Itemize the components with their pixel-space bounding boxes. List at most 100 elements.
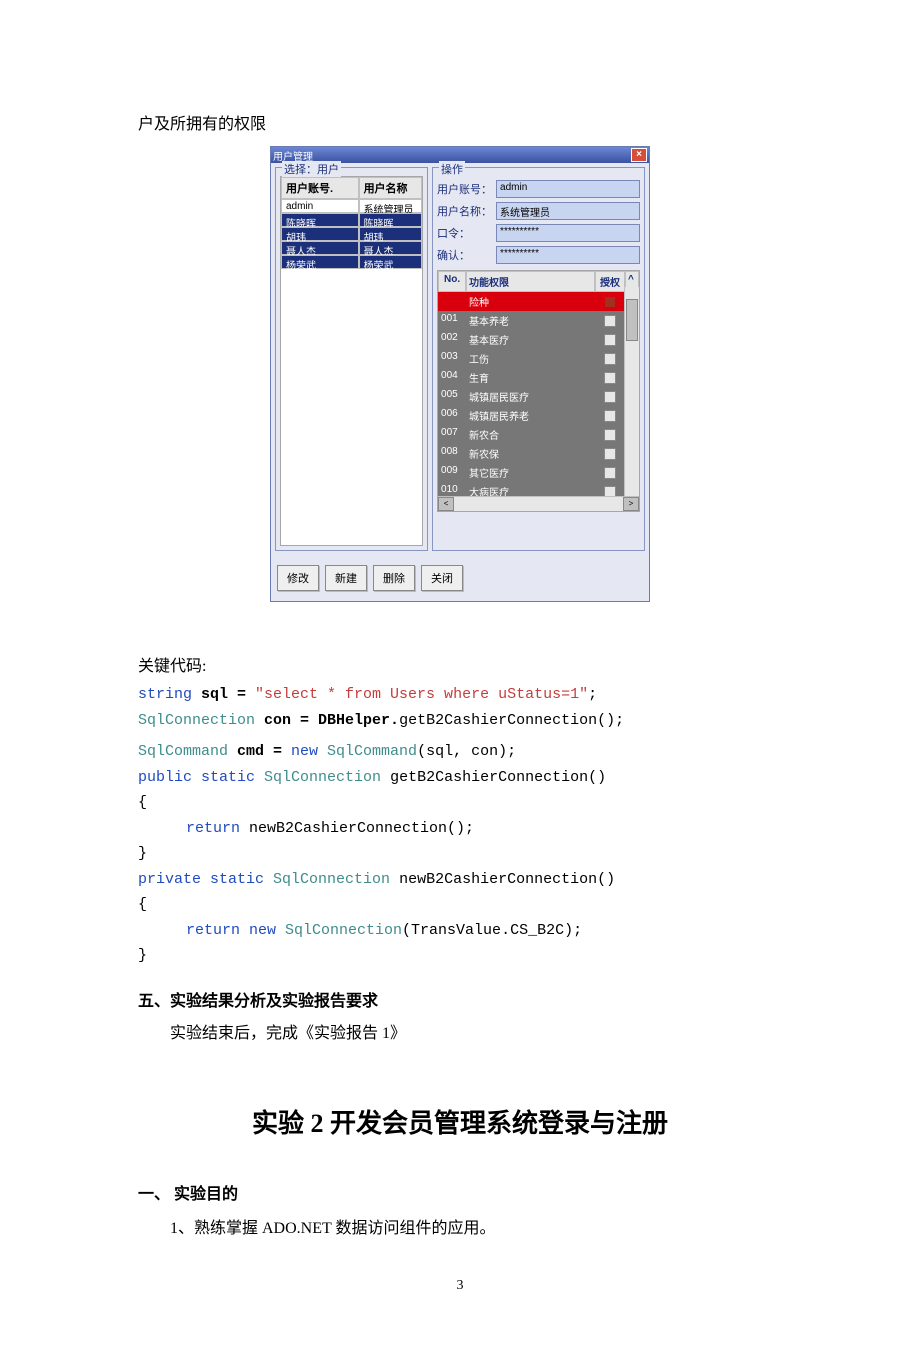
code-text: }: [138, 943, 782, 969]
intro-text: 户及所拥有的权限: [138, 110, 782, 134]
close-icon[interactable]: ×: [631, 148, 647, 162]
table-row[interactable]: admin 系统管理员: [281, 199, 422, 213]
perm-row[interactable]: 009其它医疗: [438, 463, 639, 482]
perm-name: 险种: [466, 292, 595, 311]
keyword: private static: [138, 871, 264, 888]
scroll-left-icon[interactable]: <: [438, 497, 454, 511]
type: SqlConnection: [255, 769, 390, 786]
checkbox-icon[interactable]: [604, 410, 616, 422]
right-group-title: 操作: [439, 161, 465, 177]
table-row[interactable]: 聂人杰 聂人杰: [281, 241, 422, 255]
scroll-right-icon[interactable]: >: [623, 497, 639, 511]
horizontal-scrollbar[interactable]: < >: [438, 496, 639, 511]
perm-checkbox-cell: [595, 311, 625, 330]
keyword: return new: [186, 922, 276, 939]
checkbox-icon[interactable]: [604, 296, 616, 308]
perm-name: 其它医疗: [466, 463, 595, 482]
table-row[interactable]: 胡玮 胡玮: [281, 227, 422, 241]
code-text: {: [138, 892, 782, 918]
cell-name: 系统管理员: [359, 199, 422, 213]
user-table-body: admin 系统管理员 陈晓晖 陈晓晖 胡玮 胡玮 聂人杰: [281, 199, 422, 546]
input-password[interactable]: **********: [496, 224, 640, 242]
type: SqlConnection: [276, 922, 402, 939]
col-account[interactable]: 用户账号.: [281, 177, 359, 199]
new-button[interactable]: 新建: [325, 565, 367, 591]
perm-no: 004: [438, 368, 466, 387]
code-block: string sql = "select * from Users where …: [138, 682, 782, 969]
code-text: }: [138, 841, 782, 867]
perm-checkbox-cell: [595, 406, 625, 425]
input-account[interactable]: admin: [496, 180, 640, 198]
perm-row[interactable]: 006城镇居民养老: [438, 406, 639, 425]
input-username[interactable]: 系统管理员: [496, 202, 640, 220]
perm-name: 城镇居民医疗: [466, 387, 595, 406]
section-five-text: 实验结束后，完成《实验报告 1》: [138, 1019, 782, 1043]
checkbox-icon[interactable]: [604, 315, 616, 327]
user-table-header: 用户账号. 用户名称: [281, 177, 422, 199]
perm-row[interactable]: 007新农合: [438, 425, 639, 444]
vertical-scrollbar[interactable]: [624, 287, 639, 497]
perm-row[interactable]: 004生育: [438, 368, 639, 387]
perm-no: 006: [438, 406, 466, 425]
keyword: new: [291, 743, 318, 760]
code-text: cmd =: [228, 743, 291, 760]
col-name[interactable]: 用户名称: [359, 177, 422, 199]
perm-checkbox-cell: [595, 463, 625, 482]
perm-checkbox-cell: [595, 330, 625, 349]
perm-checkbox-cell: [595, 387, 625, 406]
perm-name: 新农合: [466, 425, 595, 444]
col-func[interactable]: 功能权限: [466, 271, 595, 292]
left-group-title: 选择：用户: [282, 161, 341, 177]
label-username: 用户名称：: [437, 203, 492, 219]
col-no[interactable]: No.: [438, 271, 466, 292]
perm-name: 工伤: [466, 349, 595, 368]
checkbox-icon[interactable]: [604, 372, 616, 384]
checkbox-icon[interactable]: [604, 448, 616, 460]
table-row[interactable]: 杨荣武 杨荣武: [281, 255, 422, 269]
checkbox-icon[interactable]: [604, 353, 616, 365]
user-table: 用户账号. 用户名称 admin 系统管理员 陈晓晖 陈晓晖: [280, 176, 423, 546]
delete-button[interactable]: 删除: [373, 565, 415, 591]
checkbox-icon[interactable]: [604, 391, 616, 403]
perm-row[interactable]: 005城镇居民医疗: [438, 387, 639, 406]
cell-account: 陈晓晖: [281, 213, 359, 227]
experiment-two-title: 实验 2 开发会员管理系统登录与注册: [138, 1103, 782, 1140]
cell-name: 陈晓晖: [359, 213, 422, 227]
user-management-dialog: 用户管理 × 选择：用户 用户账号. 用户名称 admin 系统管理员: [270, 146, 650, 602]
modify-button[interactable]: 修改: [277, 565, 319, 591]
select-user-group: 选择：用户 用户账号. 用户名称 admin 系统管理员 陈晓晖 陈晓晖: [275, 167, 428, 551]
label-confirm: 确认：: [437, 247, 492, 263]
perm-no: 007: [438, 425, 466, 444]
type: SqlCommand: [138, 743, 228, 760]
perm-checkbox-cell: [595, 349, 625, 368]
cell-account: 胡玮: [281, 227, 359, 241]
close-button[interactable]: 关闭: [421, 565, 463, 591]
label-account: 用户账号：: [437, 181, 492, 197]
checkbox-icon[interactable]: [604, 334, 616, 346]
code-text: );: [564, 922, 582, 939]
input-confirm[interactable]: **********: [496, 246, 640, 264]
checkbox-icon[interactable]: [604, 467, 616, 479]
col-auth[interactable]: 授权: [595, 271, 625, 292]
perm-row[interactable]: 001基本养老: [438, 311, 639, 330]
string-literal: "select * from Users where uStatus=1": [255, 686, 588, 703]
perm-row[interactable]: 002基本医疗: [438, 330, 639, 349]
cell-name: 杨荣武: [359, 255, 422, 269]
perm-row[interactable]: 003工伤: [438, 349, 639, 368]
key-code-label: 关键代码:: [138, 652, 782, 676]
checkbox-icon[interactable]: [604, 429, 616, 441]
code-text: ;: [588, 686, 597, 703]
permission-table: No. 功能权限 授权 ^ 险种001基本养老002基本医疗003工伤004生育…: [437, 270, 640, 512]
exp2-section-head: 一、 实验目的: [138, 1180, 782, 1204]
perm-no: 009: [438, 463, 466, 482]
code-text: con = DBHelper.: [255, 712, 399, 729]
perm-row[interactable]: 险种: [438, 292, 639, 311]
perm-name: 生育: [466, 368, 595, 387]
cell-account: 杨荣武: [281, 255, 359, 269]
type: SqlConnection: [138, 712, 255, 729]
table-row[interactable]: 陈晓晖 陈晓晖: [281, 213, 422, 227]
cell-name: 胡玮: [359, 227, 422, 241]
perm-no: [438, 292, 466, 311]
perm-row[interactable]: 008新农保: [438, 444, 639, 463]
perm-name: 新农保: [466, 444, 595, 463]
